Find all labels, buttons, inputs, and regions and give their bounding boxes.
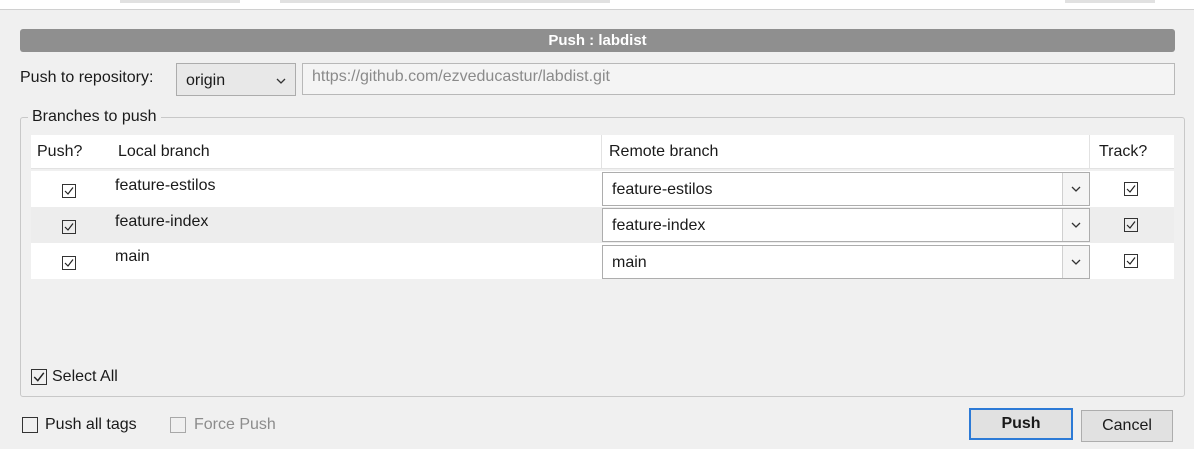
dialog-title-bar: Push : labdist (20, 29, 1175, 52)
remote-branch-combo[interactable]: main (602, 245, 1090, 279)
repository-url-field: https://github.com/ezveducastur/labdist.… (302, 63, 1175, 95)
force-push-label: Force Push (194, 416, 276, 433)
repository-select[interactable]: origin (176, 63, 296, 96)
cancel-button[interactable]: Cancel (1081, 410, 1173, 442)
push-button-label: Push (1001, 415, 1041, 432)
chevron-down-icon (1071, 222, 1081, 228)
repository-select-value: origin (186, 72, 226, 89)
push-to-repository-label: Push to repository: (20, 69, 154, 86)
track-checkbox[interactable] (1124, 254, 1138, 268)
dialog-title: Push : labdist (548, 32, 647, 49)
push-checkbox[interactable] (62, 256, 76, 270)
chevron-down-icon (1071, 186, 1081, 192)
local-branch-name: feature-index (115, 213, 209, 230)
chevron-down-icon (276, 78, 286, 84)
push-all-tags-checkbox[interactable] (22, 417, 38, 433)
checkmark-icon (64, 187, 74, 195)
local-branch-name: feature-estilos (115, 177, 216, 194)
force-push-checkbox (170, 417, 186, 433)
cancel-button-label: Cancel (1102, 417, 1152, 434)
column-header-remote-branch: Remote branch (609, 143, 719, 160)
remote-branch-dropdown-button[interactable] (1062, 246, 1089, 278)
branches-table-header: Push? Local branch Remote branch Track? (31, 135, 1174, 169)
column-header-local-branch: Local branch (118, 143, 210, 160)
checkmark-icon (1126, 185, 1136, 193)
remote-branch-dropdown-button[interactable] (1062, 209, 1089, 241)
track-checkbox[interactable] (1124, 218, 1138, 232)
column-header-track: Track? (1099, 143, 1148, 160)
branches-group-title: Branches to push (28, 108, 161, 126)
remote-branch-value: main (612, 254, 647, 271)
chevron-down-icon (1071, 259, 1081, 265)
push-button[interactable]: Push (969, 408, 1073, 440)
remote-branch-combo[interactable]: feature-estilos (602, 172, 1090, 206)
push-all-tags-label: Push all tags (45, 416, 137, 433)
checkmark-icon (64, 259, 74, 267)
checkmark-icon (33, 372, 45, 382)
checkmark-icon (1126, 221, 1136, 229)
background-window-strip (0, 0, 1194, 10)
remote-branch-dropdown-button[interactable] (1062, 173, 1089, 205)
select-all-checkbox[interactable] (31, 369, 47, 385)
push-checkbox[interactable] (62, 220, 76, 234)
checkmark-icon (1126, 257, 1136, 265)
checkmark-icon (64, 223, 74, 231)
push-checkbox[interactable] (62, 184, 76, 198)
column-header-push: Push? (37, 143, 83, 160)
remote-branch-value: feature-index (612, 217, 706, 234)
remote-branch-combo[interactable]: feature-index (602, 208, 1090, 242)
select-all-label: Select All (52, 368, 118, 385)
remote-branch-value: feature-estilos (612, 181, 713, 198)
track-checkbox[interactable] (1124, 182, 1138, 196)
local-branch-name: main (115, 248, 150, 265)
